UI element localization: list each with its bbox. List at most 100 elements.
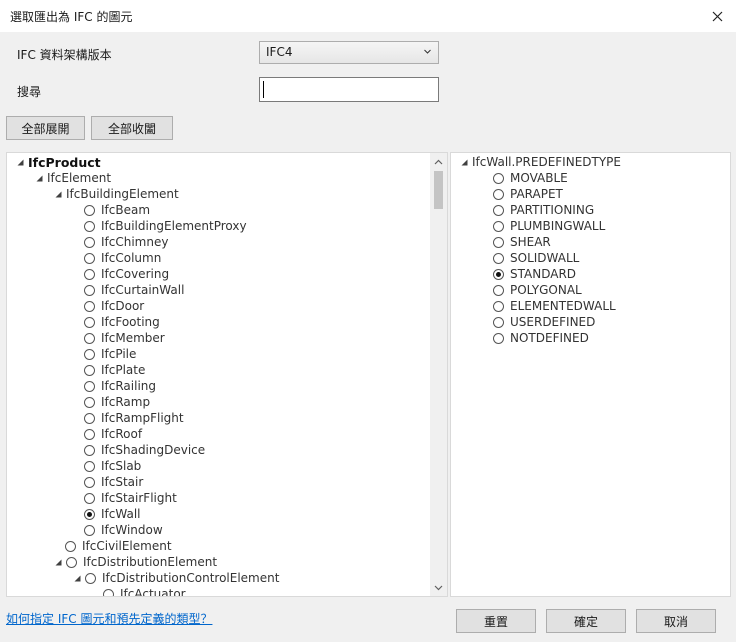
tree-item[interactable]: IfcFooting (84, 314, 160, 330)
radio-unselected[interactable] (65, 540, 76, 552)
schema-version-select[interactable]: IFC4 (259, 41, 439, 64)
radio-unselected[interactable] (84, 300, 95, 312)
tree-item[interactable]: IfcBuildingElement (53, 186, 179, 202)
collapse-all-button[interactable]: 全部收闔 (91, 116, 173, 140)
tree-item[interactable]: IfcDistributionElement (53, 554, 217, 570)
radio-unselected[interactable] (84, 332, 95, 344)
help-link[interactable]: 如何指定 IFC 圖元和預先定義的類型？ (6, 610, 212, 627)
search-input[interactable] (259, 77, 439, 102)
radio-unselected[interactable] (493, 332, 504, 344)
radio-unselected[interactable] (84, 252, 95, 264)
tree-item[interactable]: IfcRamp (84, 394, 150, 410)
predefined-type-panel[interactable]: IfcWall.PREDEFINEDTYPE MOVABLE PARAPET PART… (450, 152, 731, 597)
tree-item[interactable]: IfcPlate (84, 362, 145, 378)
tree-item[interactable]: IfcActuator (103, 586, 186, 596)
predefined-type-option[interactable]: MOVABLE (493, 170, 568, 186)
predefined-type-option[interactable]: POLYGONAL (493, 282, 582, 298)
radio-unselected[interactable] (84, 444, 95, 456)
tree-item-root[interactable]: IfcWall.PREDEFINEDTYPE (459, 154, 621, 170)
radio-unselected[interactable] (66, 556, 77, 568)
radio-unselected[interactable] (493, 284, 504, 296)
tree-item-label: IfcDistributionControlElement (102, 571, 280, 585)
radio-unselected[interactable] (84, 492, 95, 504)
radio-unselected[interactable] (84, 236, 95, 248)
tree-item[interactable]: IfcBeam (84, 202, 150, 218)
tree-item[interactable]: IfcWindow (84, 522, 163, 538)
predefined-type-option[interactable]: USERDEFINED (493, 314, 595, 330)
tree-item[interactable]: IfcElement (34, 170, 111, 186)
element-tree-scrollbar[interactable] (430, 153, 447, 596)
expanded-triangle-icon[interactable] (53, 191, 63, 198)
tree-item[interactable]: IfcSlab (84, 458, 141, 474)
tree-item[interactable]: IfcShadingDevice (84, 442, 205, 458)
radio-unselected[interactable] (84, 348, 95, 360)
predefined-type-option[interactable]: PARAPET (493, 186, 563, 202)
tree-item[interactable]: IfcRoof (84, 426, 142, 442)
predefined-type-option[interactable]: PARTITIONING (493, 202, 594, 218)
radio-unselected[interactable] (84, 316, 95, 328)
radio-unselected[interactable] (84, 396, 95, 408)
expanded-triangle-icon[interactable] (459, 159, 469, 166)
radio-unselected[interactable] (84, 428, 95, 440)
predefined-type-option[interactable]: STANDARD (493, 266, 576, 282)
tree-item[interactable]: IfcWall (84, 506, 140, 522)
predefined-type-option[interactable]: NOTDEFINED (493, 330, 589, 346)
tree-item[interactable]: IfcMember (84, 330, 165, 346)
radio-selected[interactable] (493, 268, 504, 280)
tree-item[interactable]: IfcBuildingElementProxy (84, 218, 247, 234)
scroll-up-arrow-icon[interactable] (433, 156, 444, 167)
expanded-triangle-icon[interactable] (15, 159, 25, 166)
radio-unselected[interactable] (84, 284, 95, 296)
expanded-triangle-icon[interactable] (34, 175, 44, 182)
radio-unselected[interactable] (493, 188, 504, 200)
radio-unselected[interactable] (493, 172, 504, 184)
tree-item[interactable]: IfcDistributionControlElement (72, 570, 279, 586)
ok-button[interactable]: 確定 (546, 609, 626, 633)
radio-unselected[interactable] (84, 204, 95, 216)
radio-unselected[interactable] (84, 380, 95, 392)
tree-item[interactable]: IfcStairFlight (84, 490, 177, 506)
radio-unselected[interactable] (84, 268, 95, 280)
predefined-type-option[interactable]: SOLIDWALL (493, 250, 579, 266)
close-button[interactable] (706, 5, 728, 27)
tree-item-label: IfcPile (101, 347, 137, 361)
predefined-type-option[interactable]: PLUMBINGWALL (493, 218, 605, 234)
tree-item[interactable]: IfcRampFlight (84, 410, 184, 426)
tree-item[interactable]: IfcDoor (84, 298, 144, 314)
radio-unselected[interactable] (493, 300, 504, 312)
radio-unselected[interactable] (493, 220, 504, 232)
radio-unselected[interactable] (84, 476, 95, 488)
radio-unselected[interactable] (493, 204, 504, 216)
radio-unselected[interactable] (493, 236, 504, 248)
tree-item[interactable]: IfcCovering (84, 266, 169, 282)
cancel-button[interactable]: 取消 (636, 609, 716, 633)
predefined-type-option[interactable]: SHEAR (493, 234, 551, 250)
scroll-down-arrow-icon[interactable] (433, 582, 444, 593)
tree-item[interactable]: IfcPile (84, 346, 136, 362)
radio-unselected[interactable] (84, 364, 95, 376)
tree-item[interactable]: IfcChimney (84, 234, 168, 250)
radio-unselected[interactable] (84, 220, 95, 232)
radio-unselected[interactable] (84, 524, 95, 536)
radio-unselected[interactable] (85, 572, 96, 584)
tree-item[interactable]: IfcCivilElement (65, 538, 172, 554)
radio-unselected[interactable] (493, 252, 504, 264)
expanded-triangle-icon[interactable] (53, 559, 63, 566)
expanded-triangle-icon[interactable] (72, 575, 82, 582)
reset-button[interactable]: 重置 (456, 609, 536, 633)
tree-item[interactable]: IfcColumn (84, 250, 161, 266)
radio-unselected[interactable] (84, 412, 95, 424)
scrollbar-thumb[interactable] (434, 171, 443, 209)
tree-item[interactable]: IfcProduct (15, 154, 101, 170)
predefined-type-option[interactable]: ELEMENTEDWALL (493, 298, 616, 314)
expand-all-button[interactable]: 全部展開 (6, 116, 85, 140)
radio-unselected[interactable] (84, 460, 95, 472)
tree-item-label: IfcRamp (101, 395, 151, 409)
tree-item[interactable]: IfcCurtainWall (84, 282, 184, 298)
radio-selected[interactable] (84, 508, 95, 520)
element-tree-panel[interactable]: IfcProduct IfcElement IfcBuildingElement If… (6, 152, 448, 597)
radio-unselected[interactable] (493, 316, 504, 328)
radio-unselected[interactable] (103, 588, 114, 596)
tree-item[interactable]: IfcRailing (84, 378, 156, 394)
tree-item[interactable]: IfcStair (84, 474, 143, 490)
